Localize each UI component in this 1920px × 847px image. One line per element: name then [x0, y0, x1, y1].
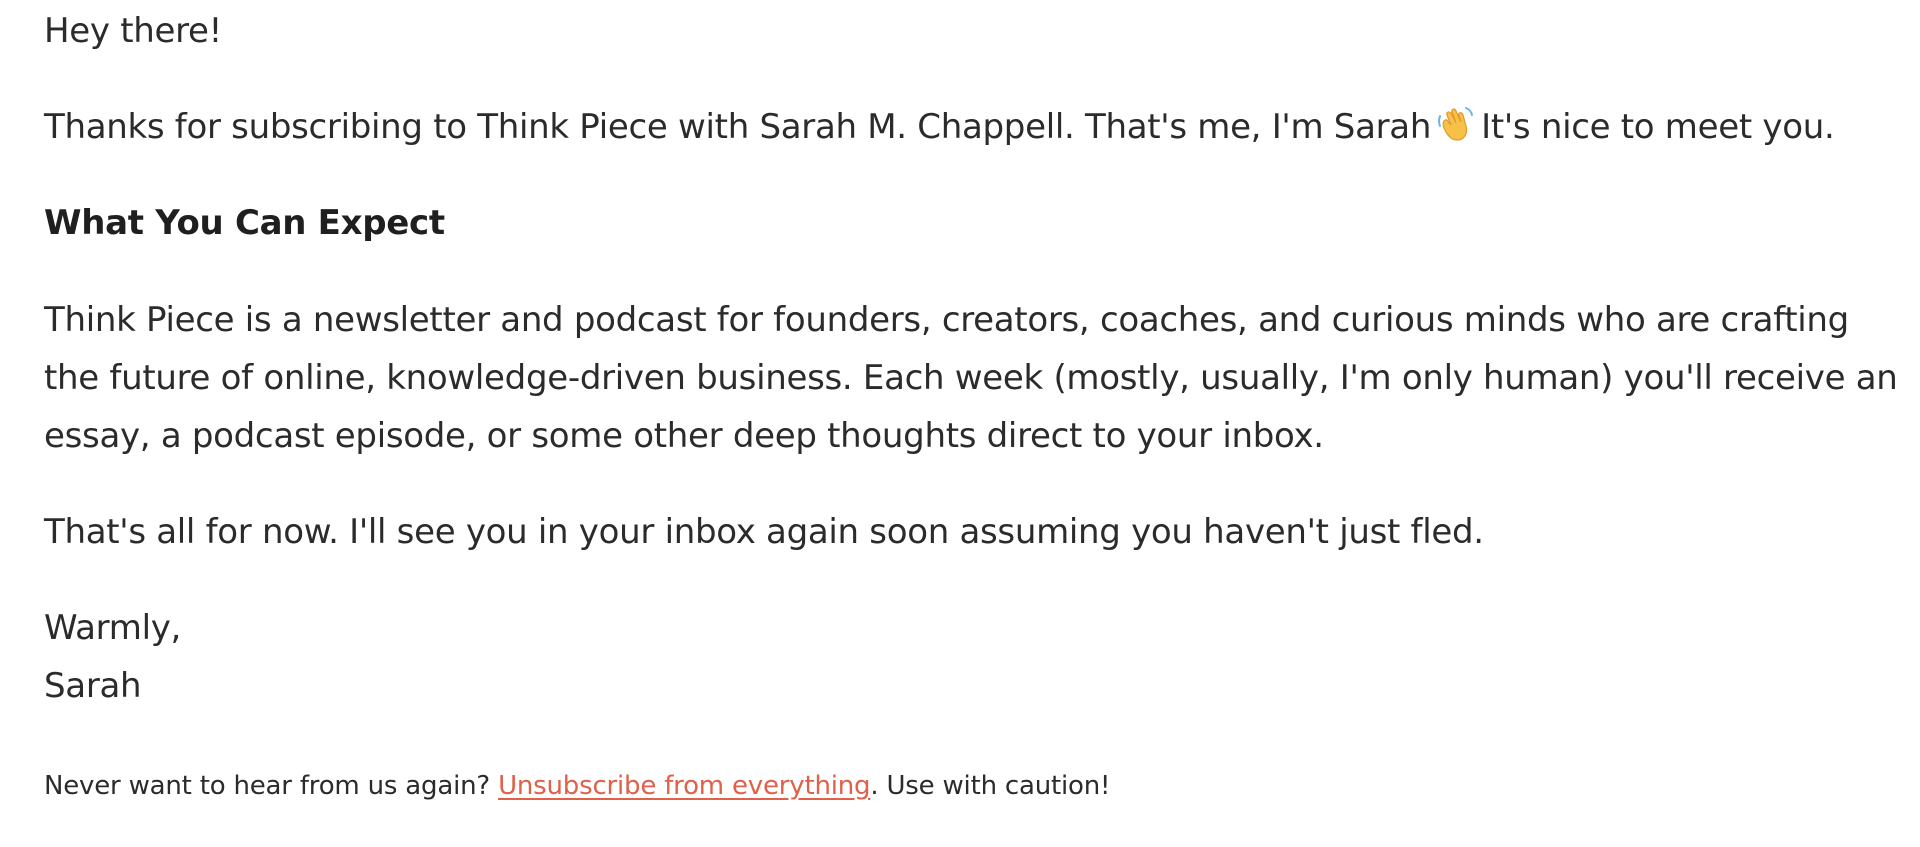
greeting-text: Hey there! [44, 11, 222, 51]
footer-prefix: Never want to hear from us again? [44, 771, 490, 801]
about-paragraph: Think Piece is a newsletter and podcast … [44, 300, 1898, 456]
intro-paragraph: Thanks for subscribing to Think Piece wi… [44, 98, 1835, 156]
signoff-text: Warmly, [44, 608, 182, 648]
intro-text-after: It's nice to meet you. [1481, 107, 1835, 147]
unsubscribe-link[interactable]: Unsubscribe from everything [498, 771, 870, 801]
footer: Never want to hear from us again? Unsubs… [44, 764, 1110, 808]
signature-text: Sarah [44, 666, 142, 706]
waving-hand-icon [1435, 104, 1475, 144]
section-heading: What You Can Expect [44, 203, 445, 243]
footer-suffix: . Use with caution! [870, 771, 1111, 801]
intro-text: Thanks for subscribing to Think Piece wi… [44, 107, 1432, 147]
closing-paragraph: That's all for now. I'll see you in your… [44, 512, 1484, 552]
signoff-block: Warmly, Sarah [44, 599, 181, 715]
